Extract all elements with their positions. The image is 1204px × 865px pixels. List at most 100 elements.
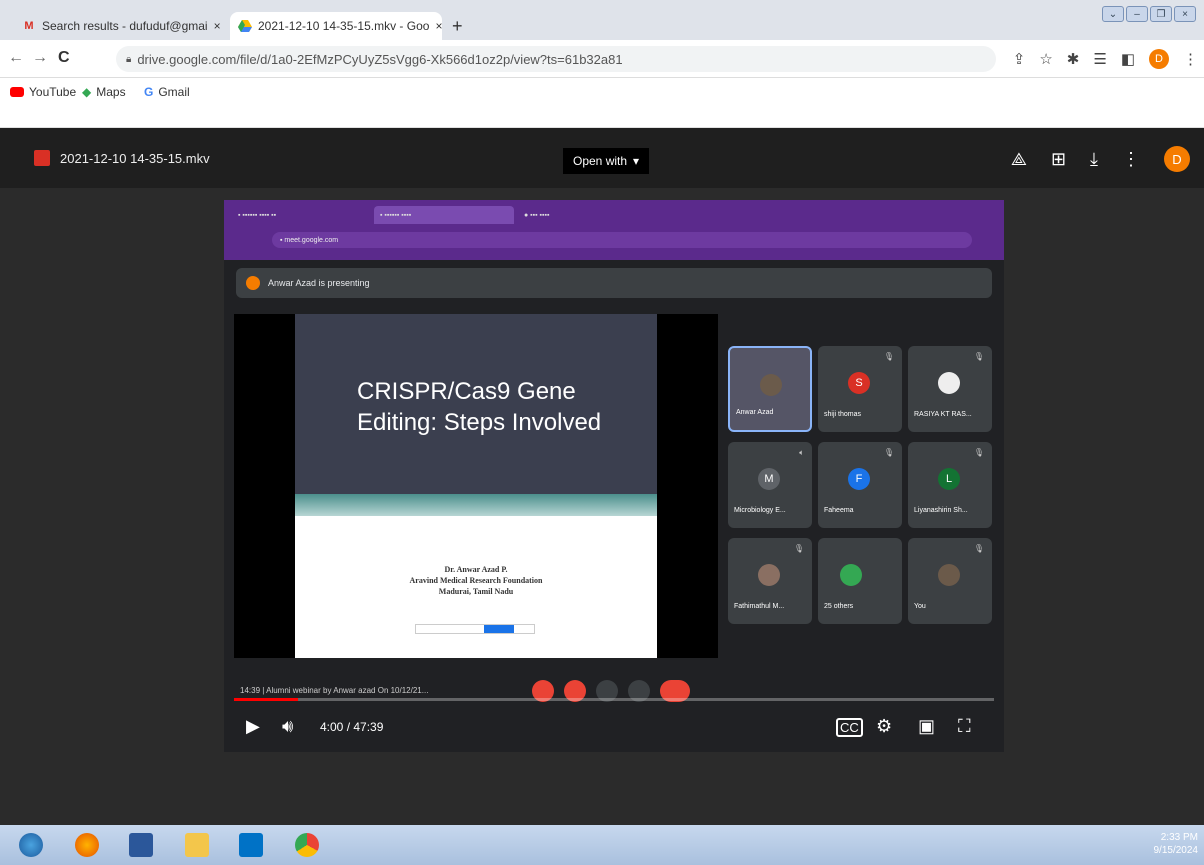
reading-list-icon[interactable]: ☰ xyxy=(1093,50,1106,68)
meet-bottom-bar: 14:39 | Alumni webinar by Anwar azad On … xyxy=(224,676,1004,706)
close-tab-icon[interactable]: × xyxy=(208,19,221,33)
video-progress-bar[interactable] xyxy=(234,698,994,701)
slide-author-block: Dr. Anwar Azad P. Aravind Medical Resear… xyxy=(295,564,657,597)
windows-taskbar: 2:33 PM 9/15/2024 xyxy=(0,825,1204,865)
slide-org: Aravind Medical Research Foundation xyxy=(409,576,543,585)
participant-tile[interactable]: 🎙︎ S shiji thomas xyxy=(818,346,902,432)
menu-icon[interactable]: ⋮ xyxy=(1183,50,1198,68)
gmail-icon: M xyxy=(24,20,34,32)
participant-tile[interactable]: 🔈︎ M Microbiology E... xyxy=(728,442,812,528)
participant-initial: S xyxy=(848,372,870,394)
add-shortcut-icon[interactable]: ⟁ xyxy=(1011,149,1027,170)
player-controls: ▶ 🔊︎ 4:00 / 47:39 CC ⚙ ▣ ⛶ xyxy=(224,706,1004,752)
tab-search-icon[interactable]: ⌄ xyxy=(1102,6,1124,22)
presentation-stage: CRISPR/Cas9 Gene Editing: Steps Involved… xyxy=(234,314,718,658)
presenter-avatar xyxy=(246,276,260,290)
play-icon[interactable]: ▶ xyxy=(246,716,260,737)
forward-icon[interactable]: → xyxy=(32,49,48,67)
participant-tile[interactable]: 🎙︎ Fathimathul M... xyxy=(728,538,812,624)
address-row: ← → C 🔒︎ drive.google.com/file/d/1a0-2Ef… xyxy=(0,40,1204,78)
participant-name: Anwar Azad xyxy=(736,409,774,416)
tab-label: 2021-12-10 14-35-15.mkv - Goo xyxy=(258,19,430,33)
volume-icon[interactable]: 🔊︎ xyxy=(282,716,293,737)
bookmark-label: YouTube xyxy=(29,85,77,99)
add-to-drive-icon[interactable]: ⊞ xyxy=(1051,149,1066,170)
bookmark-star-icon[interactable]: ☆ xyxy=(1039,50,1052,68)
sidepanel-icon[interactable]: ◧ xyxy=(1121,50,1135,68)
file-name: 2021-12-10 14-35-15.mkv xyxy=(60,150,210,166)
captions-button-icon[interactable]: CC xyxy=(836,718,863,737)
open-with-label: Open with xyxy=(573,154,628,168)
mic-off-icon: 🎙︎ xyxy=(793,544,804,553)
bookmark-maps[interactable]: ◆ Maps xyxy=(82,85,126,99)
maximize-icon[interactable]: ❐ xyxy=(1150,6,1172,22)
fullscreen-icon[interactable]: ⛶ xyxy=(958,716,971,737)
close-window-icon[interactable]: × xyxy=(1174,6,1196,22)
tab-drive[interactable]: 2021-12-10 14-35-15.mkv - Goo × xyxy=(230,12,442,40)
participant-tile[interactable]: 🎙︎ L Liyanashirin Sh... xyxy=(908,442,992,528)
participant-tile[interactable]: 🎙︎ RASIYA KT RAS... xyxy=(908,346,992,432)
google-icon: G xyxy=(144,85,154,99)
minimize-icon[interactable]: – xyxy=(1126,6,1148,22)
system-clock[interactable]: 2:33 PM 9/15/2024 xyxy=(1154,831,1199,857)
taskbar-firefox[interactable] xyxy=(70,829,104,861)
mic-off-icon: 🎙︎ xyxy=(973,544,984,553)
bookmark-label: Maps xyxy=(96,85,126,99)
bookmark-gmail[interactable]: G Gmail xyxy=(144,85,190,99)
mic-off-icon: 🎙︎ xyxy=(973,352,984,361)
taskbar-explorer[interactable] xyxy=(180,829,214,861)
address-bar[interactable]: 🔒︎ drive.google.com/file/d/1a0-2EfMzPCyU… xyxy=(116,46,996,72)
slide-title-line: Editing: Steps Involved xyxy=(357,409,602,436)
bookmark-youtube[interactable]: YouTube xyxy=(10,85,76,99)
download-icon[interactable]: ⤓ xyxy=(1090,149,1098,170)
taskbar-chrome[interactable] xyxy=(290,829,324,861)
participant-tile[interactable]: 🎙︎ F Faheema xyxy=(818,442,902,528)
slide-title-line: CRISPR/Cas9 Gene xyxy=(357,378,576,405)
back-icon[interactable]: ← xyxy=(8,49,24,67)
progress-fill xyxy=(234,698,298,701)
close-tab-icon[interactable]: × xyxy=(429,19,442,33)
participant-tile[interactable]: 25 others xyxy=(818,538,902,624)
window-controls: ⌄ – ❐ × xyxy=(1102,6,1196,22)
slide-title: CRISPR/Cas9 Gene Editing: Steps Involved xyxy=(357,376,601,438)
taskbar-word[interactable] xyxy=(124,829,158,861)
bookmark-label: Gmail xyxy=(158,85,190,99)
recorded-tab: ● ▪▪▪ ▪▪▪▪ xyxy=(524,211,550,219)
slide-band xyxy=(295,494,657,516)
start-button[interactable] xyxy=(14,829,48,861)
participant-name: 25 others xyxy=(824,603,854,610)
mic-off-icon: 🎙︎ xyxy=(883,448,894,457)
video-player[interactable]: ▪ ▪▪▪▪▪▪ ▪▪▪▪ ▪▪ ▪ ▪▪▪▪▪▪ ▪▪▪▪ ● ▪▪▪ ▪▪▪… xyxy=(224,200,1004,752)
participant-tile[interactable]: Anwar Azad xyxy=(728,346,812,432)
open-with-button[interactable]: Open with ▾ xyxy=(563,148,650,174)
folder-icon xyxy=(185,833,209,857)
profile-avatar[interactable]: D xyxy=(1149,49,1169,69)
reload-icon[interactable]: C xyxy=(58,49,70,67)
recorded-url-bar: ▪ meet.google.com xyxy=(272,232,972,248)
chrome-icon xyxy=(295,833,319,857)
drive-icon xyxy=(238,19,252,33)
tab-gmail[interactable]: M Search results - dufuduf@gmai × xyxy=(14,12,226,40)
firefox-icon xyxy=(75,833,99,857)
extensions-icon[interactable]: ✱ xyxy=(1067,50,1080,68)
miniplayer-icon[interactable]: ▣ xyxy=(918,716,935,737)
participant-name: RASIYA KT RAS... xyxy=(914,411,972,418)
slide-location: Madurai, Tamil Nadu xyxy=(438,587,514,596)
recorded-tab: ▪ ▪▪▪▪▪▪ ▪▪▪▪ xyxy=(374,206,514,224)
participant-name: Fathimathul M... xyxy=(734,603,785,610)
settings-gear-icon[interactable]: ⚙ xyxy=(876,716,892,737)
slide-author: Dr. Anwar Azad P. xyxy=(444,565,508,574)
windows-start-icon xyxy=(19,833,43,857)
more-options-icon[interactable]: ⋮ xyxy=(1122,149,1140,170)
new-tab-button[interactable]: + xyxy=(452,16,463,37)
recorded-browser-chrome: ▪ ▪▪▪▪▪▪ ▪▪▪▪ ▪▪ ▪ ▪▪▪▪▪▪ ▪▪▪▪ ● ▪▪▪ ▪▪▪… xyxy=(224,200,1004,260)
mic-off-icon: 🎙︎ xyxy=(973,448,984,457)
word-icon xyxy=(129,833,153,857)
participant-name: Microbiology E... xyxy=(734,507,786,514)
account-avatar[interactable]: D xyxy=(1164,146,1190,172)
presenting-text: Anwar Azad is presenting xyxy=(268,278,370,288)
slide-mini-toolbar xyxy=(415,624,535,634)
taskbar-outlook[interactable] xyxy=(234,829,268,861)
participant-tile[interactable]: 🎙︎ You xyxy=(908,538,992,624)
share-icon[interactable]: ⇪ xyxy=(1013,50,1026,68)
